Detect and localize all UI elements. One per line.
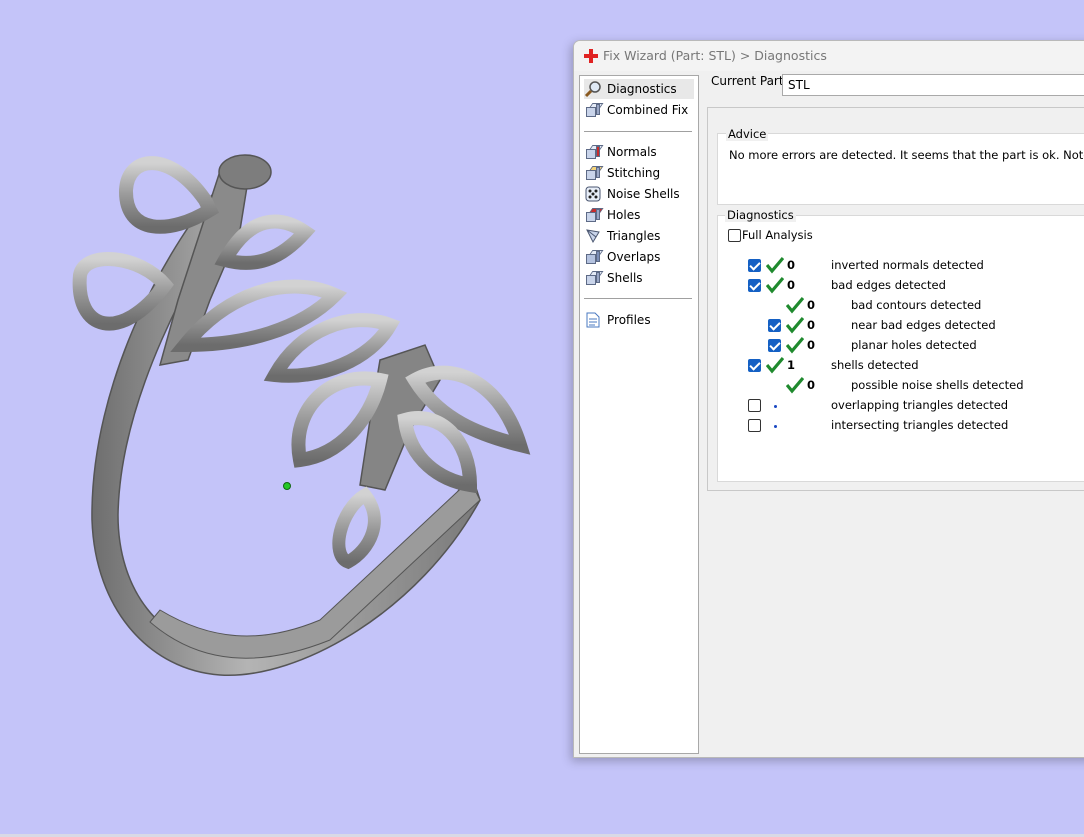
green-check-icon: [766, 276, 784, 294]
nav-item-holes[interactable]: Holes: [584, 205, 694, 225]
nav-item-shells[interactable]: Shells: [584, 268, 694, 288]
shells-count: 1: [787, 358, 796, 372]
not-analyzed-dot: [774, 405, 777, 408]
shells-label: shells detected: [831, 358, 919, 372]
cube-icon: [584, 269, 604, 287]
planar-holes-label: planar holes detected: [851, 338, 977, 352]
cube-stitch-icon: [584, 164, 604, 182]
nav-item-stitching[interactable]: Stitching: [584, 163, 694, 183]
nav-divider: [584, 131, 692, 132]
advice-legend: Advice: [726, 127, 769, 141]
triangles-icon: [584, 227, 602, 245]
nav-item-noise-shells[interactable]: Noise Shells: [584, 184, 694, 204]
nav-item-profiles[interactable]: Profiles: [584, 310, 694, 330]
bad-edges-count: 0: [787, 278, 796, 292]
nav-item-diagnostics[interactable]: Diagnostics: [584, 79, 694, 99]
overlapping-triangles-label: overlapping triangles detected: [831, 398, 1009, 412]
ring-model[interactable]: [0, 0, 572, 700]
planar-holes-count: 0: [807, 338, 816, 352]
nav-item-label: Overlaps: [607, 250, 661, 264]
full-analysis-label: Full Analysis: [742, 228, 813, 242]
bad-contours-count: 0: [807, 298, 816, 312]
near-bad-edges-count: 0: [807, 318, 816, 332]
nav-item-label: Holes: [607, 208, 641, 222]
nav-item-label: Normals: [607, 145, 657, 159]
current-part-label: Current Part:: [711, 74, 788, 88]
origin-marker[interactable]: [283, 482, 291, 490]
near-bad-edges-checkbox[interactable]: [768, 319, 781, 332]
fix-wizard-window: Fix Wizard (Part: STL) > Diagnostics Dia…: [573, 40, 1084, 758]
noise-shells-count: 0: [807, 378, 816, 392]
not-analyzed-dot: [774, 425, 777, 428]
green-check-icon: [786, 296, 804, 314]
cube-overlap-icon: [584, 248, 604, 266]
green-check-icon: [786, 336, 804, 354]
nav-item-label: Stitching: [607, 166, 661, 180]
advice-text: No more errors are detected. It seems th…: [729, 148, 1084, 162]
green-check-icon: [786, 376, 804, 394]
magnifier-icon: [584, 80, 602, 98]
bad-edges-checkbox[interactable]: [748, 279, 761, 292]
green-check-icon: [766, 256, 784, 274]
diagnostics-panel: Advice No more errors are detected. It s…: [707, 107, 1084, 491]
nav-divider: [584, 298, 692, 299]
dice-icon: [584, 185, 602, 203]
planar-holes-checkbox[interactable]: [768, 339, 781, 352]
fix-wizard-nav: Diagnostics Combined Fix Normals Stitchi…: [579, 75, 699, 754]
shells-checkbox[interactable]: [748, 359, 761, 372]
nav-item-normals[interactable]: Normals: [584, 142, 694, 162]
nav-item-label: Shells: [607, 271, 643, 285]
nav-item-label: Combined Fix: [607, 103, 689, 117]
inverted-normals-count: 0: [787, 258, 796, 272]
cube-red-face-icon: [584, 143, 604, 161]
document-icon: [584, 311, 602, 329]
near-bad-edges-label: near bad edges detected: [851, 318, 996, 332]
nav-item-overlaps[interactable]: Overlaps: [584, 247, 694, 267]
nav-item-label: Diagnostics: [607, 82, 677, 96]
title-bar[interactable]: Fix Wizard (Part: STL) > Diagnostics: [574, 41, 1084, 71]
cube-red-top-icon: [584, 206, 604, 224]
nav-item-combined-fix[interactable]: Combined Fix: [584, 100, 694, 120]
noise-shells-label: possible noise shells detected: [851, 378, 1024, 392]
green-check-icon: [786, 316, 804, 334]
diagnostics-legend: Diagnostics: [725, 208, 796, 222]
cube-icon: [584, 101, 604, 119]
intersecting-triangles-label: intersecting triangles detected: [831, 418, 1009, 432]
full-analysis-checkbox[interactable]: [728, 229, 741, 242]
nav-item-triangles[interactable]: Triangles: [584, 226, 694, 246]
red-cross-icon: [584, 49, 598, 63]
nav-item-label: Triangles: [607, 229, 661, 243]
intersecting-triangles-checkbox[interactable]: [748, 419, 761, 432]
inverted-normals-checkbox[interactable]: [748, 259, 761, 272]
bad-edges-label: bad edges detected: [831, 278, 946, 292]
nav-item-label: Profiles: [607, 313, 651, 327]
window-title: Fix Wizard (Part: STL) > Diagnostics: [603, 48, 827, 63]
overlapping-triangles-checkbox[interactable]: [748, 399, 761, 412]
inverted-normals-label: inverted normals detected: [831, 258, 984, 272]
bad-contours-label: bad contours detected: [851, 298, 982, 312]
green-check-icon: [766, 356, 784, 374]
current-part-field[interactable]: STL: [782, 74, 1084, 96]
advice-group: [717, 133, 1084, 205]
nav-item-label: Noise Shells: [607, 187, 680, 201]
